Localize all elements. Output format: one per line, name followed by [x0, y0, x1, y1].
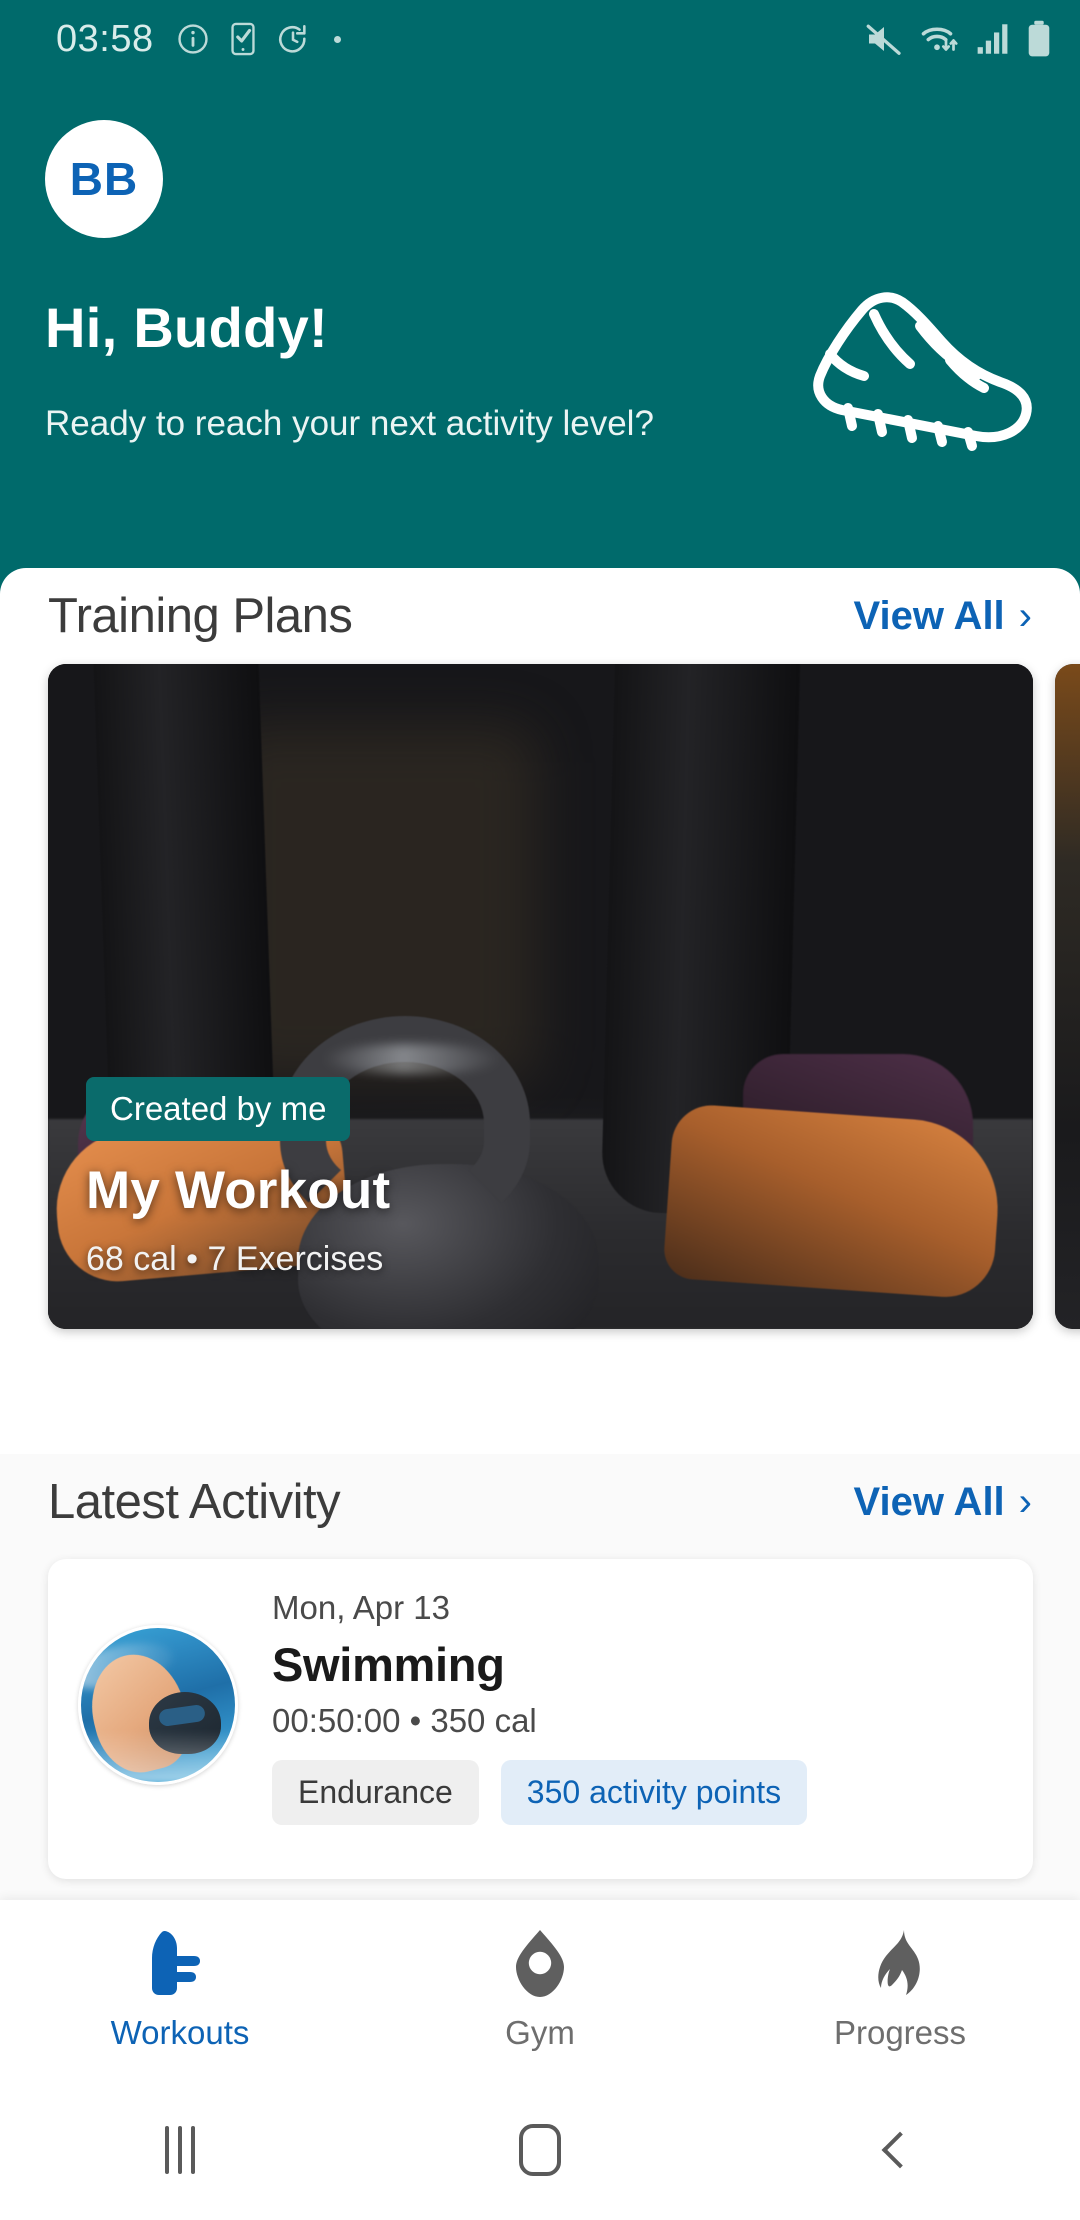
home-icon [519, 2124, 561, 2176]
greeting-subtitle: Ready to reach your next activity level? [45, 404, 654, 443]
nav-label-progress: Progress [833, 2014, 967, 2051]
phone-check-icon [230, 22, 255, 56]
nav-label-gym: Gym [505, 2014, 575, 2051]
activity-chip-points[interactable]: 350 activity points [500, 1760, 808, 1825]
training-plans-header: Training Plans View All › [0, 568, 1080, 664]
system-back-button[interactable] [720, 2131, 1080, 2169]
plan-card-image-next [1055, 664, 1080, 1329]
training-plan-card-next[interactable] [1055, 664, 1080, 1329]
status-bar: 03:58 [0, 0, 1080, 78]
flame-icon [878, 1930, 920, 1995]
latest-activity-title: Latest Activity [48, 1475, 341, 1529]
training-plans-carousel[interactable]: Created by me My Workout 68 cal • 7 Exer… [0, 664, 1080, 1329]
training-plans-view-all-button[interactable]: View All › [854, 594, 1033, 639]
nav-tab-gym[interactable]: Gym [360, 1928, 720, 2052]
content-sheet: Training Plans View All › Created by me … [0, 568, 1080, 1920]
bottom-navigation-bar: Workouts Gym Progress [0, 1900, 1080, 2080]
latest-activity-section: Latest Activity View All › Mon, Apr 13 S… [0, 1454, 1080, 1920]
greeting-title: Hi, Buddy! [45, 296, 328, 359]
chevron-right-icon: › [1018, 1480, 1032, 1524]
latest-activity-header: Latest Activity View All › [0, 1454, 1080, 1550]
status-time: 03:58 [56, 17, 154, 60]
system-home-button[interactable] [360, 2124, 720, 2176]
avatar-initials: BB [69, 153, 139, 205]
signal-bars-icon [977, 24, 1008, 54]
nav-tab-progress[interactable]: Progress [720, 1928, 1080, 2052]
avatar[interactable]: BB [45, 120, 163, 238]
recents-icon [165, 2126, 195, 2174]
status-left-icons [176, 22, 341, 56]
plan-card-badge: Created by me [86, 1077, 351, 1141]
nav-tab-workouts[interactable]: Workouts [0, 1928, 360, 2052]
info-circle-icon [177, 24, 208, 54]
activity-chip-type[interactable]: Endurance [272, 1760, 479, 1825]
activity-meta: 00:50:00 • 350 cal [272, 1702, 537, 1739]
training-plans-title: Training Plans [48, 589, 353, 643]
latest-activity-view-all-button[interactable]: View All › [854, 1480, 1033, 1525]
view-all-label: View All [853, 1479, 1005, 1524]
battery-full-icon [1028, 20, 1050, 57]
shoe-icon [152, 1930, 200, 1995]
training-plan-card[interactable]: Created by me My Workout 68 cal • 7 Exer… [48, 664, 1033, 1329]
kettlebell-marker-icon [516, 1930, 564, 1997]
system-navigation-bar [0, 2080, 1080, 2220]
back-icon [881, 2131, 919, 2169]
activity-details: Mon, Apr 13 Swimming 00:50:00 • 350 cal … [238, 1587, 1003, 1851]
view-all-label: View All [853, 593, 1005, 638]
plan-card-title: My Workout [86, 1161, 391, 1220]
timer-reset-icon [278, 24, 306, 53]
activity-list-item[interactable]: Mon, Apr 13 Swimming 00:50:00 • 350 cal … [48, 1559, 1033, 1879]
plan-card-image [48, 664, 1033, 1329]
app-header: BB Hi, Buddy! Ready to reach your next a… [0, 0, 1080, 600]
status-dot [333, 35, 341, 43]
activity-date: Mon, Apr 13 [272, 1589, 450, 1626]
nav-label-workouts: Workouts [110, 2014, 250, 2051]
activity-chips: Endurance 350 activity points [272, 1760, 1003, 1825]
activity-name: Swimming [272, 1638, 505, 1691]
wifi-icon [921, 27, 958, 51]
system-recents-button[interactable] [0, 2126, 360, 2174]
status-right-icons [864, 20, 1052, 58]
running-shoe-icon [813, 292, 1032, 451]
chevron-right-icon: › [1018, 594, 1032, 638]
plan-card-meta: 68 cal • 7 Exercises [86, 1240, 384, 1278]
mute-icon [866, 24, 901, 55]
activity-thumbnail [78, 1625, 238, 1785]
